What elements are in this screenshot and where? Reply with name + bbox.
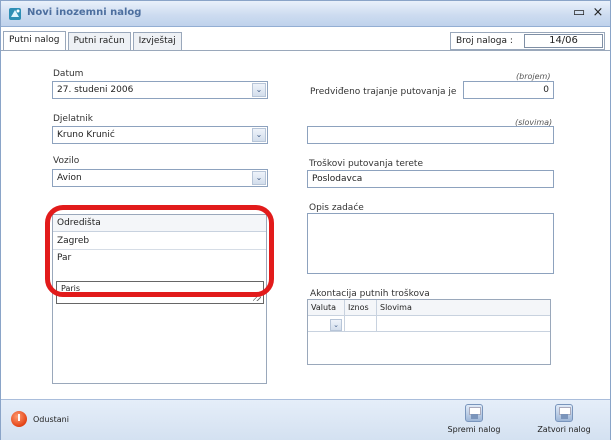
travel-order-window: Novi inozemni nalog ▭ × Putni nalog Putn… — [0, 0, 611, 440]
advance-grid-header: Valuta Iznos Slovima — [308, 300, 550, 316]
column-iznos: Iznos — [345, 300, 377, 316]
trajanje-label: Predviđeno trajanje putovanja je — [310, 87, 457, 97]
troskovi-label: Troškovi putovanja terete — [309, 159, 424, 169]
datum-label: Datum — [53, 69, 84, 79]
djelatnik-value: Kruno Krunić — [57, 130, 115, 140]
vozilo-select[interactable]: Avion ⌄ — [52, 169, 268, 187]
tab-putni-nalog[interactable]: Putni nalog — [3, 31, 66, 50]
djelatnik-label: Djelatnik — [53, 114, 93, 124]
trajanje-input[interactable]: 0 — [463, 81, 554, 99]
advance-grid-row[interactable]: ⌄ — [308, 316, 550, 332]
column-slovima: Slovima — [380, 303, 412, 312]
save-order-button[interactable]: Spremi nalog — [439, 400, 509, 440]
close-order-label: Zatvori nalog — [537, 425, 591, 434]
datum-select[interactable]: 27. studeni 2006 ⌄ — [52, 81, 268, 99]
chevron-down-icon[interactable]: ⌄ — [330, 319, 342, 331]
tab-strip: Putni nalog Putni račun Izvještaj — [3, 31, 184, 50]
chevron-down-icon[interactable]: ⌄ — [252, 128, 266, 142]
power-icon: I — [11, 411, 27, 427]
order-number-label: Broj naloga : — [456, 36, 513, 46]
datum-value: 27. studeni 2006 — [57, 85, 134, 95]
destinations-highlight — [45, 205, 274, 297]
slovima-input[interactable] — [307, 126, 554, 144]
opis-textarea[interactable] — [307, 213, 554, 274]
djelatnik-select[interactable]: Kruno Krunić ⌄ — [52, 126, 268, 144]
save-disk-icon — [465, 404, 483, 422]
opis-label: Opis zadaće — [309, 203, 364, 213]
troskovi-input[interactable]: Poslodavca — [307, 170, 554, 188]
valuta-cell[interactable]: ⌄ — [308, 316, 345, 332]
order-number-box: Broj naloga : 14/06 — [450, 32, 605, 50]
brojem-hint: (brojem) — [516, 72, 551, 81]
window-title: Novi inozemni nalog — [27, 7, 142, 18]
tab-putni-racun[interactable]: Putni račun — [67, 32, 131, 50]
action-footer: I Odustani Spremi nalog Zatvori nalog — [1, 399, 610, 440]
iznos-cell[interactable] — [345, 316, 377, 332]
slovima-cell[interactable] — [377, 316, 550, 332]
close-order-button[interactable]: Zatvori nalog — [529, 400, 599, 440]
advance-grid: Valuta Iznos Slovima ⌄ — [307, 299, 551, 365]
chevron-down-icon[interactable]: ⌄ — [252, 83, 266, 97]
close-disk-icon — [555, 404, 573, 422]
cancel-button[interactable]: I Odustani — [11, 410, 69, 428]
maximize-icon[interactable]: ▭ — [571, 5, 587, 21]
save-order-label: Spremi nalog — [447, 425, 501, 434]
cancel-label: Odustani — [33, 414, 69, 424]
vozilo-label: Vozilo — [53, 156, 80, 166]
column-valuta: Valuta — [308, 300, 345, 316]
akontacija-label: Akontacija putnih troškova — [310, 289, 430, 299]
window-titlebar[interactable]: Novi inozemni nalog ▭ × — [1, 1, 610, 27]
app-icon — [9, 8, 21, 20]
vozilo-value: Avion — [57, 173, 82, 183]
chevron-down-icon[interactable]: ⌄ — [252, 171, 266, 185]
tab-izvjestaj[interactable]: Izvještaj — [132, 32, 182, 50]
close-icon[interactable]: × — [590, 5, 606, 21]
order-number-field[interactable]: 14/06 — [524, 34, 603, 48]
